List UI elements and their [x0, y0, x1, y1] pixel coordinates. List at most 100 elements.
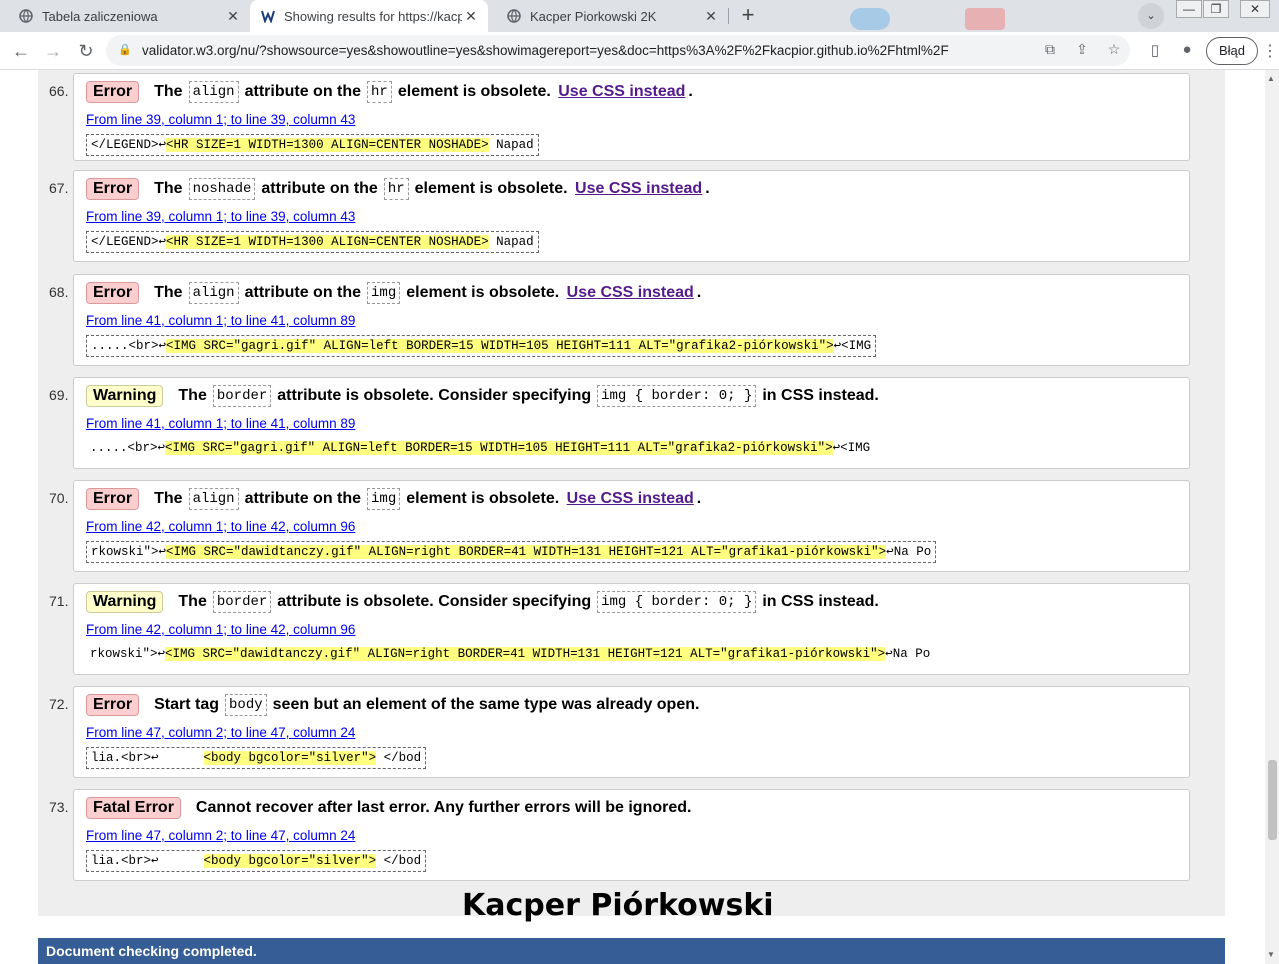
- tab-kacper[interactable]: Kacper Piorkowski 2K ✕: [488, 0, 728, 32]
- scroll-down-icon[interactable]: ▼: [1267, 950, 1275, 959]
- validation-message: Fatal Error Cannot recover after last err…: [73, 789, 1190, 881]
- share-icon[interactable]: ⇪: [1072, 41, 1092, 58]
- message-type-badge: Warning: [86, 385, 164, 407]
- page-content: 66. Error The align attribute on the hr elemen…: [0, 70, 1265, 964]
- extract-before: .....<br>↩: [91, 339, 167, 353]
- message-text-part: The: [178, 593, 207, 610]
- source-extract: .....<br>↩<IMG SRC="gagri.gif" ALIGN=lef…: [86, 335, 877, 357]
- validation-message: Error The align attribute on the img element …: [73, 274, 1190, 366]
- background-decoration: [850, 8, 890, 30]
- validation-message: Error The align attribute on the hr element i…: [73, 73, 1190, 161]
- extract-after: ↩<IMG: [833, 339, 872, 353]
- browser-toolbar: ← → ↻ 🔒 validator.w3.org/nu/?showsource=…: [0, 32, 1279, 70]
- message-type-badge: Error: [86, 81, 140, 103]
- message-number: 72.: [49, 696, 69, 712]
- code-fragment: hr: [367, 81, 392, 103]
- minimize-button[interactable]: —: [1176, 0, 1202, 18]
- extract-before: lia.<br>↩: [91, 751, 204, 765]
- validation-message: Warning The border attribute is obsolete. C…: [73, 377, 1190, 469]
- message-text-part: Cannot recover after last error. Any fur…: [195, 799, 692, 816]
- restore-button[interactable]: ❐: [1203, 0, 1229, 18]
- message-number: 69.: [49, 387, 69, 403]
- side-panel-icon[interactable]: ▯: [1144, 41, 1166, 61]
- location-link[interactable]: From line 39, column 1; to line 39, colu…: [86, 209, 355, 224]
- code-fragment: img: [367, 282, 401, 304]
- extract-after: ↩Na Po: [886, 545, 932, 559]
- close-tab-icon[interactable]: ✕: [224, 8, 242, 25]
- message-text-part: in CSS instead.: [762, 593, 879, 610]
- source-extract: rkowski">↩<IMG SRC="dawidtanczy.gif" ALI…: [86, 541, 937, 563]
- source-extract: lia.<br>↩ <body bgcolor="silver"> </bod: [86, 850, 427, 872]
- message-number: 70.: [49, 490, 69, 506]
- location-link[interactable]: From line 39, column 1; to line 39, colu…: [86, 112, 355, 127]
- bookmark-star-icon[interactable]: ☆: [1104, 41, 1124, 58]
- message-number: 71.: [49, 593, 69, 609]
- new-tab-button[interactable]: +: [734, 4, 762, 28]
- location-link[interactable]: From line 42, column 1; to line 42, colu…: [86, 622, 355, 637]
- message-text: Error The align attribute on the img element …: [86, 488, 704, 510]
- extract-highlight: <IMG SRC="gagri.gif" ALIGN=left BORDER=1…: [166, 339, 834, 353]
- message-type-badge: Error: [86, 282, 140, 304]
- error-button[interactable]: Błąd: [1206, 37, 1258, 65]
- message-text: Error Start tag body seen but an element of…: [86, 694, 702, 716]
- message-number: 73.: [49, 799, 69, 815]
- profile-icon[interactable]: ●: [1176, 41, 1198, 61]
- location-link[interactable]: From line 42, column 1; to line 42, colu…: [86, 519, 355, 534]
- scrollbar[interactable]: ▲ ▼: [1265, 70, 1279, 964]
- message-text: Error The noshade attribute on the hr element…: [86, 178, 713, 200]
- tab-tabela[interactable]: Tabela zaliczeniowa ✕: [0, 0, 250, 32]
- code-fragment: border: [212, 385, 272, 407]
- globe-icon: [506, 8, 522, 24]
- source-extract: rkowski">↩<IMG SRC="dawidtanczy.gif" ALI…: [86, 644, 934, 666]
- code-fragment: img: [367, 488, 401, 510]
- scroll-up-icon[interactable]: ▲: [1267, 74, 1275, 83]
- message-number: 66.: [49, 83, 69, 99]
- message-text-part: The: [154, 490, 183, 507]
- w3c-icon: [260, 8, 276, 24]
- message-text: Warning The border attribute is obsolete. C…: [86, 591, 882, 613]
- address-bar[interactable]: 🔒 validator.w3.org/nu/?showsource=yes&sh…: [106, 35, 1130, 66]
- message-text-part: attribute is obsolete. Consider specifyi…: [277, 387, 592, 404]
- source-extract: lia.<br>↩ <body bgcolor="silver"> </bod: [86, 747, 427, 769]
- location-link[interactable]: From line 47, column 2; to line 47, colu…: [86, 828, 355, 843]
- location-link[interactable]: From line 47, column 2; to line 47, colu…: [86, 725, 355, 740]
- extract-highlight: <IMG SRC="gagri.gif" ALIGN=left BORDER=1…: [165, 441, 833, 455]
- lock-icon[interactable]: 🔒: [118, 43, 132, 56]
- tab-label: Kacper Piorkowski 2K: [530, 8, 657, 24]
- close-tab-icon[interactable]: ✕: [462, 8, 480, 25]
- extract-before: rkowski">↩: [90, 647, 166, 661]
- extract-after: </bod: [376, 854, 422, 868]
- translate-icon[interactable]: ⧉: [1040, 41, 1060, 58]
- tab-label: Showing results for https://kacpior: [284, 8, 462, 24]
- author-heading: Kacper Piórkowski: [462, 888, 774, 923]
- message-text-part: The: [154, 180, 183, 197]
- code-fragment: border: [212, 591, 272, 613]
- extract-highlight: <HR SIZE=1 WIDTH=1300 ALIGN=CENTER NOSHA…: [166, 138, 489, 152]
- validation-message: Error The align attribute on the img element …: [73, 480, 1190, 572]
- extract-after: Napad: [488, 138, 534, 152]
- use-css-link[interactable]: Use CSS instead: [558, 83, 685, 101]
- use-css-link[interactable]: Use CSS instead: [567, 284, 694, 302]
- location-link[interactable]: From line 41, column 1; to line 41, colu…: [86, 313, 355, 328]
- use-css-link[interactable]: Use CSS instead: [575, 180, 702, 198]
- back-button[interactable]: ←: [8, 38, 34, 64]
- forward-button[interactable]: →: [40, 38, 66, 64]
- message-type-badge: Warning: [86, 591, 164, 613]
- scroll-thumb[interactable]: [1268, 760, 1277, 840]
- validation-message: Error Start tag body seen but an element of…: [73, 686, 1190, 778]
- menu-icon[interactable]: ⋮: [1262, 41, 1278, 61]
- reload-button[interactable]: ↻: [73, 38, 99, 64]
- location-link[interactable]: From line 41, column 1; to line 41, colu…: [86, 416, 355, 431]
- tab-search-button[interactable]: ⌄: [1138, 3, 1164, 29]
- message-type-badge: Error: [86, 178, 140, 200]
- extract-after: Napad: [488, 235, 534, 249]
- message-text-part: attribute on the: [244, 83, 362, 100]
- use-css-link[interactable]: Use CSS instead: [567, 490, 694, 508]
- message-text-part: element is obsolete.: [406, 284, 560, 301]
- code-fragment: align: [188, 81, 239, 103]
- close-window-button[interactable]: ✕: [1240, 0, 1270, 18]
- close-tab-icon[interactable]: ✕: [702, 8, 720, 25]
- tab-validator[interactable]: Showing results for https://kacpior ✕: [250, 0, 488, 32]
- tab-strip: Tabela zaliczeniowa ✕ Showing results fo…: [0, 0, 1279, 32]
- message-text: Error The align attribute on the img element …: [86, 282, 704, 304]
